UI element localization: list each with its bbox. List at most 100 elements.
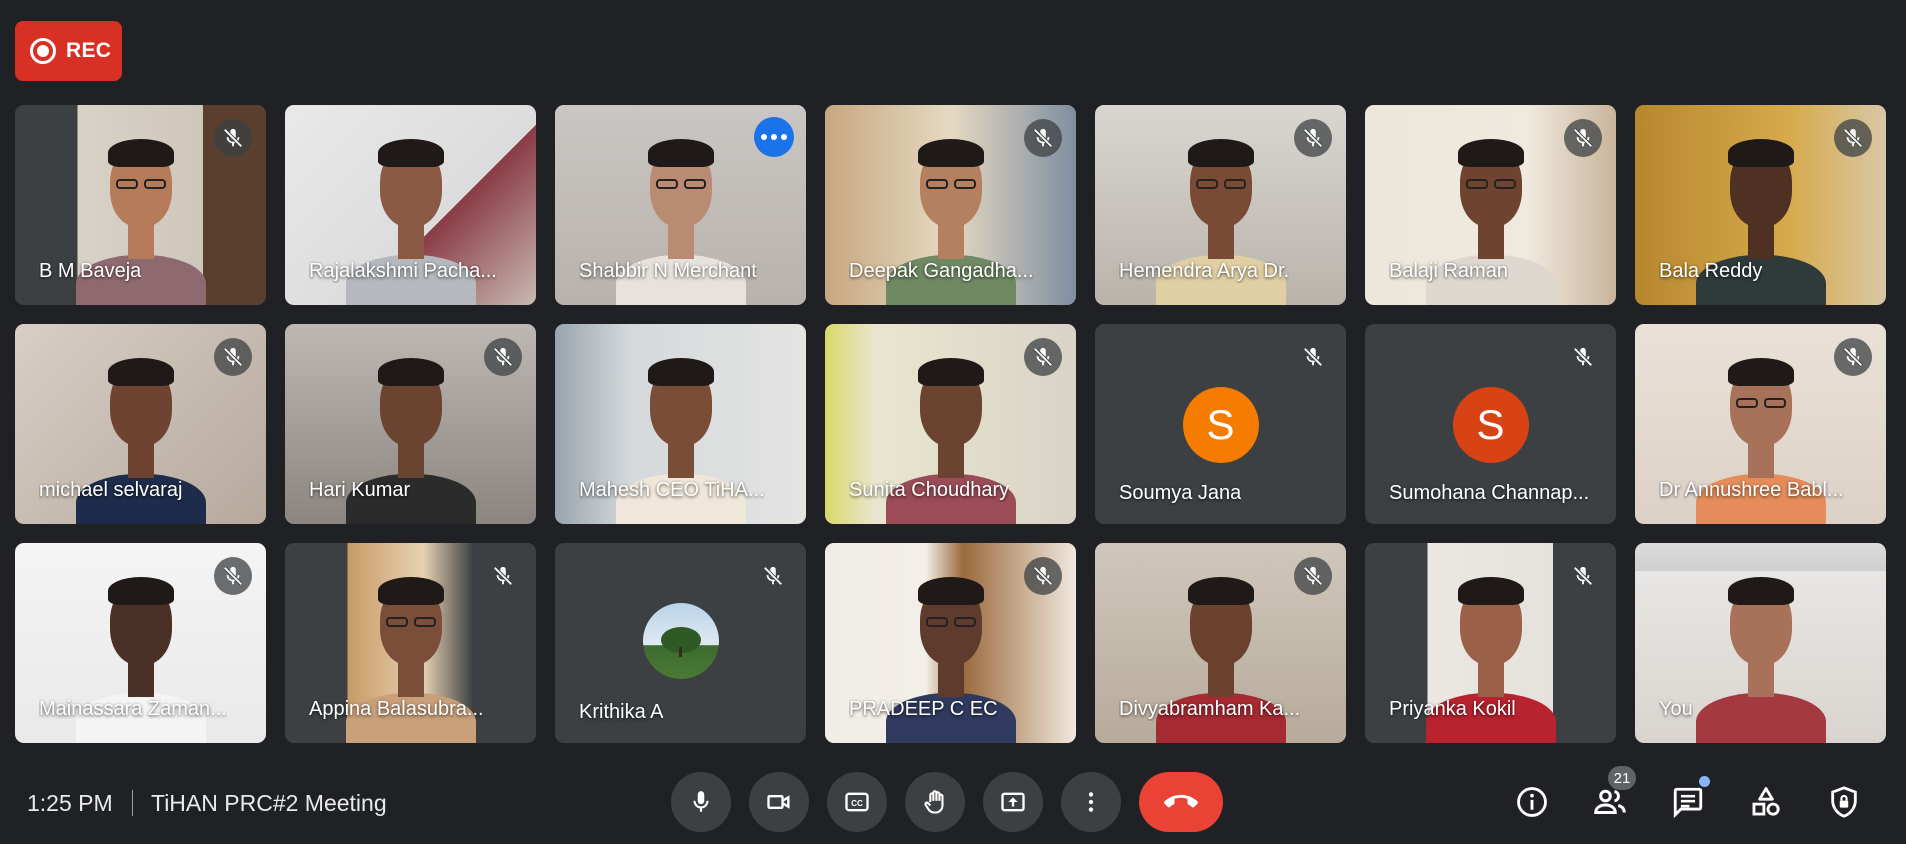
- participant-name: Deepak Gangadha...: [849, 260, 1034, 282]
- participant-tile[interactable]: S Sumohana Channap...: [1365, 324, 1616, 524]
- participant-tile[interactable]: You: [1635, 543, 1886, 743]
- participant-tile[interactable]: Hemendra Arya Dr.: [1095, 105, 1346, 305]
- chat-button[interactable]: [1664, 776, 1712, 824]
- more-options-button[interactable]: [1061, 772, 1121, 832]
- participant-name: Dr Annushree Babl...: [1659, 479, 1844, 501]
- participant-tile[interactable]: PRADEEP C EC: [825, 543, 1076, 743]
- participant-name: B M Baveja: [39, 260, 142, 282]
- recording-indicator: REC: [15, 21, 122, 81]
- camera-button[interactable]: [749, 772, 809, 832]
- participant-name: Krithika A: [579, 701, 664, 723]
- participant-tile[interactable]: Appina Balasubra...: [285, 543, 536, 743]
- participant-name: michael selvaraj: [39, 479, 183, 501]
- mic-off-icon: [1024, 338, 1062, 376]
- participant-tile[interactable]: S Soumya Jana: [1095, 324, 1346, 524]
- new-message-indicator: [1699, 776, 1710, 787]
- participant-tile[interactable]: Priyanka Kokil: [1365, 543, 1616, 743]
- participant-tile[interactable]: Hari Kumar: [285, 324, 536, 524]
- participant-grid: B M Baveja Rajalakshmi Pacha... Shabbir N …: [15, 105, 1886, 743]
- captions-button[interactable]: CC: [827, 772, 887, 832]
- participant-name: Bala Reddy: [1659, 260, 1763, 282]
- participant-name: Mahesh CEO TiHA...: [579, 479, 765, 501]
- camera-icon: [767, 795, 790, 809]
- host-controls-button[interactable]: [1820, 780, 1868, 824]
- participant-name: Rajalakshmi Pacha...: [309, 260, 497, 282]
- info-icon: [1517, 787, 1547, 817]
- participant-tile[interactable]: Balaji Raman: [1365, 105, 1616, 305]
- mic-off-icon: [1294, 338, 1332, 376]
- side-panel-buttons: 21: [1508, 766, 1868, 824]
- mic-off-icon: [1294, 119, 1332, 157]
- participant-name: Shabbir N Merchant: [579, 260, 757, 282]
- participant-name: You: [1659, 698, 1693, 720]
- divider: [132, 790, 133, 816]
- record-icon: [30, 38, 56, 64]
- raise-hand-icon: [924, 790, 944, 814]
- host-controls-icon: [1831, 786, 1857, 818]
- mic-off-icon: [214, 338, 252, 376]
- meeting-details-button[interactable]: [1508, 780, 1556, 824]
- participant-name: Appina Balasubra...: [309, 698, 484, 720]
- bottom-bar: 1:25 PM TiHAN PRC#2 Meeting CC 21: [0, 750, 1906, 844]
- meeting-title: TiHAN PRC#2 Meeting: [151, 790, 387, 816]
- call-controls: CC: [671, 772, 1223, 832]
- people-count-badge: 21: [1608, 766, 1636, 790]
- mic-off-icon: [1024, 119, 1062, 157]
- recording-label: REC: [66, 39, 112, 62]
- participant-name: PRADEEP C EC: [849, 698, 998, 720]
- participant-avatar: S: [1182, 387, 1259, 463]
- mic-off-icon: [1834, 338, 1872, 376]
- activities-icon: [1752, 787, 1780, 816]
- participant-tile[interactable]: Bala Reddy: [1635, 105, 1886, 305]
- mic-off-icon: [484, 338, 522, 376]
- participant-name: Sumohana Channap...: [1389, 482, 1590, 504]
- microphone-button[interactable]: [671, 772, 731, 832]
- mic-off-icon: [1294, 557, 1332, 595]
- clock: 1:25 PM: [27, 790, 113, 816]
- participant-tile[interactable]: Mainassara Zaman...: [15, 543, 266, 743]
- activities-button[interactable]: [1742, 780, 1790, 824]
- participant-tile[interactable]: Dr Annushree Babl...: [1635, 324, 1886, 524]
- captions-icon: CC: [845, 792, 869, 812]
- participant-tile[interactable]: Mahesh CEO TiHA...: [555, 324, 806, 524]
- participant-tile[interactable]: B M Baveja: [15, 105, 266, 305]
- mic-off-icon: [1564, 338, 1602, 376]
- participant-tile[interactable]: Deepak Gangadha...: [825, 105, 1076, 305]
- participant-avatar: S: [1452, 387, 1529, 463]
- participant-name: Sunita Choudhary: [849, 479, 1010, 501]
- end-call-icon: [1164, 794, 1198, 808]
- mic-off-icon: [214, 119, 252, 157]
- more-options-icon: [1088, 792, 1094, 812]
- end-call-button[interactable]: [1139, 772, 1223, 832]
- mic-off-icon: [754, 557, 792, 595]
- participant-name: Priyanka Kokil: [1389, 698, 1516, 720]
- present-icon: [1001, 792, 1025, 812]
- participant-tile[interactable]: Sunita Choudhary: [825, 324, 1076, 524]
- mic-off-icon: [484, 557, 522, 595]
- mic-off-icon: [1564, 557, 1602, 595]
- mic-off-icon: [214, 557, 252, 595]
- mic-off-icon: [1024, 557, 1062, 595]
- participant-tile[interactable]: Divyabramham Ka...: [1095, 543, 1346, 743]
- raise-hand-button[interactable]: [905, 772, 965, 832]
- participant-figure: [1686, 543, 1836, 743]
- participant-name: Mainassara Zaman...: [39, 698, 227, 720]
- people-button[interactable]: 21: [1586, 766, 1636, 824]
- mic-icon: [693, 791, 709, 812]
- participant-name: Divyabramham Ka...: [1119, 698, 1301, 720]
- participant-options-button[interactable]: [754, 117, 794, 157]
- participant-tile[interactable]: Shabbir N Merchant: [555, 105, 806, 305]
- participant-name: Soumya Jana: [1119, 482, 1242, 504]
- participant-avatar: [642, 603, 719, 679]
- participant-tile[interactable]: Rajalakshmi Pacha...: [285, 105, 536, 305]
- mic-off-icon: [1564, 119, 1602, 157]
- participant-name: Balaji Raman: [1389, 260, 1508, 282]
- participant-name: Hemendra Arya Dr.: [1119, 260, 1290, 282]
- present-button[interactable]: [983, 772, 1043, 832]
- participant-name: Hari Kumar: [309, 479, 411, 501]
- mic-off-icon: [1834, 119, 1872, 157]
- participant-tile[interactable]: Krithika A: [555, 543, 806, 743]
- svg-text:CC: CC: [851, 799, 863, 808]
- chat-icon: [1673, 787, 1703, 819]
- participant-tile[interactable]: michael selvaraj: [15, 324, 266, 524]
